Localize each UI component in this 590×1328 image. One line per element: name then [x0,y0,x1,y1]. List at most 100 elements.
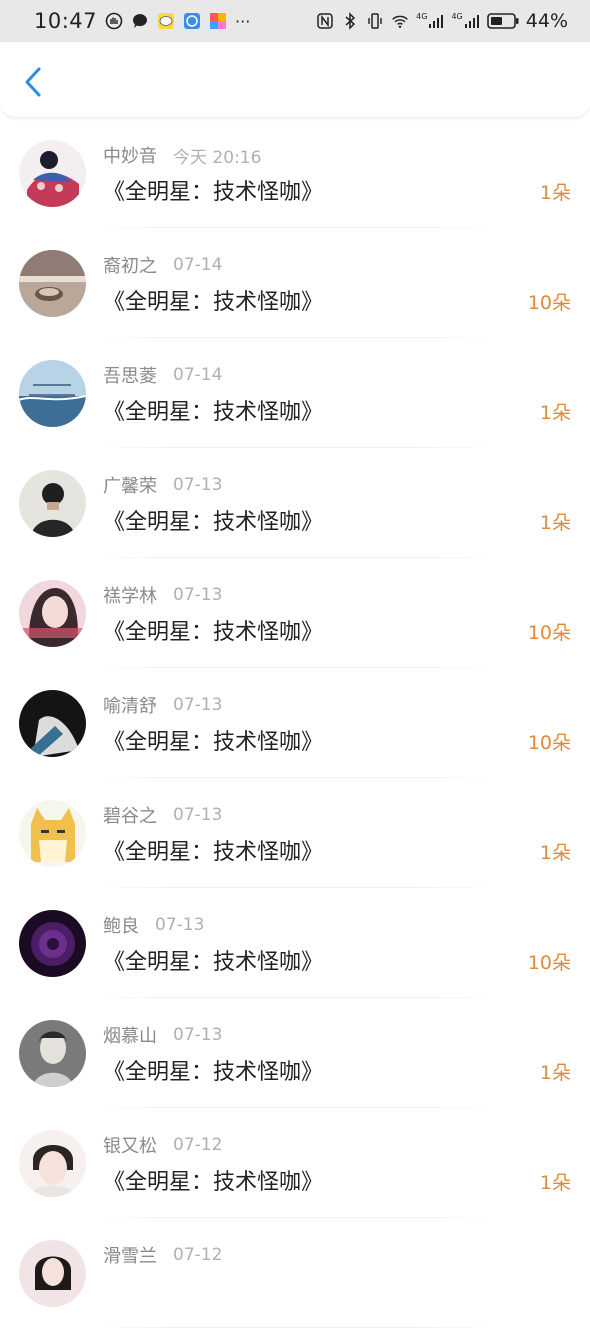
signal-icon [464,15,479,28]
item-meta: 鲍良 07-13 [103,912,204,938]
signal-2: 4G [451,13,479,29]
sender-name: 碧谷之 [103,806,157,827]
work-title: 《全明星：技术怪咖》 [103,290,324,315]
list-item[interactable]: 禚学林 07-13 《全明星：技术怪咖》 10朵 [0,558,590,668]
flower-count: 1朵 [539,402,571,424]
message-icon [131,12,149,30]
list-item[interactable]: 鲍良 07-13 《全明星：技术怪咖》 10朵 [0,888,590,998]
avatar[interactable] [19,140,86,207]
work-title: 《全明星：技术怪咖》 [103,620,324,645]
sent-time: 07-14 [173,365,223,385]
more-notifications: ··· [235,11,251,31]
network-type-label: 4G [451,12,463,21]
work-title: 《全明星：技术怪咖》 [103,1060,324,1085]
sender-name: 烟慕山 [103,1026,157,1047]
work-title: 《全明星：技术怪咖》 [103,730,324,755]
battery-icon [486,12,519,30]
avatar[interactable] [19,910,86,977]
signal-1: 4G [416,13,444,29]
hand-icon [105,12,123,30]
flower-count: 10朵 [527,292,571,314]
item-meta: 禚学林 07-13 [103,582,222,608]
work-title: 《全明星：技术怪咖》 [103,950,324,975]
item-meta: 滑雪兰 07-12 [103,1242,222,1268]
flower-count: 10朵 [527,622,571,644]
sender-name: 裔初之 [103,256,157,277]
list-item[interactable]: 烟慕山 07-13 《全明星：技术怪咖》 1朵 [0,998,590,1108]
sent-time: 07-13 [173,695,223,715]
avatar[interactable] [19,580,86,647]
sent-time: 07-13 [173,585,223,605]
list-item[interactable]: 银又松 07-12 《全明星：技术怪咖》 1朵 [0,1108,590,1218]
avatar[interactable] [19,1240,86,1307]
sent-time: 07-13 [155,915,205,935]
vibrate-icon [366,12,384,30]
list-item[interactable]: 裔初之 07-14 《全明星：技术怪咖》 10朵 [0,228,590,338]
list-item[interactable]: 滑雪兰 07-12 [0,1218,590,1328]
signal-icon [429,15,444,28]
sender-name: 银又松 [103,1136,157,1157]
work-title: 《全明星：技术怪咖》 [103,1170,324,1195]
status-time: 10:47 [34,9,98,33]
item-meta: 广馨荣 07-13 [103,472,222,498]
chat-app-icon [157,12,175,30]
list-item[interactable]: 吾思菱 07-14 《全明星：技术怪咖》 1朵 [0,338,590,448]
work-title: 《全明星：技术怪咖》 [103,180,324,205]
wifi-icon [391,12,409,30]
avatar[interactable] [19,470,86,537]
top-nav-bar [0,42,590,118]
sent-time: 07-12 [173,1135,223,1155]
sender-name: 吾思菱 [103,366,157,387]
flower-count: 10朵 [527,952,571,974]
avatar[interactable] [19,800,86,867]
sent-time: 07-13 [173,805,223,825]
nfc-icon [316,12,334,30]
list-item[interactable]: 中妙音 今天 20:16 《全明星：技术怪咖》 1朵 [0,118,590,228]
browser-app-icon [183,12,201,30]
sender-name: 滑雪兰 [103,1246,157,1267]
sender-name: 喻清舒 [103,696,157,717]
list-item[interactable]: 喻清舒 07-13 《全明星：技术怪咖》 10朵 [0,668,590,778]
avatar[interactable] [19,1020,86,1087]
gift-record-list: 中妙音 今天 20:16 《全明星：技术怪咖》 1朵 裔初之 07-14 《全明… [0,118,590,1328]
flower-count: 1朵 [539,842,571,864]
status-bar: 10:47 ··· 4G 4G 44% [0,0,590,42]
flower-count: 10朵 [527,732,571,754]
network-type-label: 4G [416,12,428,21]
item-meta: 银又松 07-12 [103,1132,222,1158]
sent-time: 今天 20:16 [173,147,262,168]
item-meta: 碧谷之 07-13 [103,802,222,828]
sender-name: 中妙音 [103,146,157,167]
avatar[interactable] [19,360,86,427]
app-store-icon [209,12,227,30]
item-meta: 吾思菱 07-14 [103,362,222,388]
avatar[interactable] [19,250,86,317]
bluetooth-icon [341,12,359,30]
avatar[interactable] [19,1130,86,1197]
flower-count: 1朵 [539,1062,571,1084]
item-meta: 喻清舒 07-13 [103,692,222,718]
sent-time: 07-14 [173,255,223,275]
sender-name: 禚学林 [103,586,157,607]
sent-time: 07-13 [173,1025,223,1045]
flower-count: 1朵 [539,512,571,534]
sent-time: 07-12 [173,1245,223,1265]
item-meta: 裔初之 07-14 [103,252,222,278]
status-bar-right: 4G 4G 44% [316,10,568,32]
list-item[interactable]: 碧谷之 07-13 《全明星：技术怪咖》 1朵 [0,778,590,888]
work-title: 《全明星：技术怪咖》 [103,400,324,425]
list-item[interactable]: 广馨荣 07-13 《全明星：技术怪咖》 1朵 [0,448,590,558]
battery-percentage: 44% [525,10,568,32]
work-title: 《全明星：技术怪咖》 [103,840,324,865]
flower-count: 1朵 [539,182,571,204]
chevron-left-icon [25,67,41,97]
status-bar-left: 10:47 ··· [34,9,250,33]
item-meta: 中妙音 今天 20:16 [103,142,261,168]
item-meta: 烟慕山 07-13 [103,1022,222,1048]
sent-time: 07-13 [173,475,223,495]
back-button[interactable] [18,64,48,100]
work-title: 《全明星：技术怪咖》 [103,510,324,535]
avatar[interactable] [19,690,86,757]
flower-count: 1朵 [539,1172,571,1194]
sender-name: 广馨荣 [103,476,157,497]
